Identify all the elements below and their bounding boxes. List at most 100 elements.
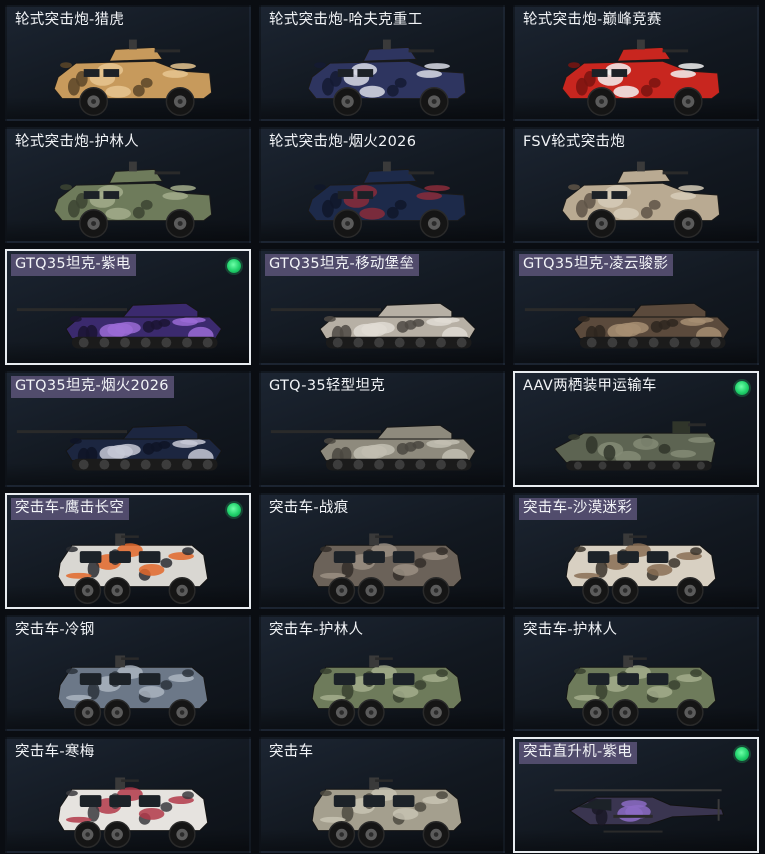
camo-patch [369, 321, 395, 334]
skin-card[interactable]: GTQ35坦克-烟火2026 [5, 371, 251, 487]
skin-name: 轮式突击炮-猎虎 [15, 12, 125, 28]
skin-card[interactable]: 突击车 [259, 737, 505, 853]
camo-patch [323, 316, 336, 322]
camo-patch [138, 563, 165, 576]
skin-card[interactable]: 轮式突击炮-护林人 [5, 127, 251, 243]
window [83, 191, 100, 199]
gun-barrel [408, 171, 435, 175]
window [587, 673, 610, 685]
skin-card[interactable]: 突击车-鹰击长空 [5, 493, 251, 609]
gun-barrel [408, 49, 435, 53]
camo-patch [314, 184, 326, 191]
vehicle-image [53, 161, 213, 239]
skin-card[interactable]: 突击车-护林人 [513, 615, 759, 731]
window [357, 191, 374, 199]
gun-barrel [375, 657, 393, 660]
skin-card[interactable]: GTQ35坦克-凌云骏影 [513, 249, 759, 365]
wheel-center [114, 588, 120, 593]
camo-patch [424, 63, 450, 70]
assault-vehicle [57, 777, 209, 849]
assault-vehicle [311, 655, 463, 727]
wheel-center [179, 832, 185, 837]
gun-barrel [121, 535, 139, 538]
road-wheel [353, 337, 364, 348]
rws-mount [636, 39, 645, 50]
skin-card[interactable]: 轮式突击炮-烟火2026 [259, 127, 505, 243]
equipped-indicator-icon [735, 747, 749, 761]
camo-patch [668, 558, 681, 568]
camo-patch [115, 321, 141, 334]
skin-card[interactable]: 轮式突击炮-猎虎 [5, 5, 251, 121]
road-wheel [202, 459, 213, 470]
road-wheel [672, 461, 681, 470]
skin-card[interactable]: FSV轮式突击炮 [513, 127, 759, 243]
window [587, 551, 610, 563]
turret [108, 46, 164, 62]
skin-card[interactable]: AAV两栖装甲运输车 [513, 371, 759, 487]
wheel-center [179, 588, 185, 593]
skin-name: 突击车-护林人 [269, 622, 364, 638]
turret [362, 46, 418, 62]
rws-mount [382, 39, 391, 50]
skin-card[interactable]: 突击车-护林人 [259, 615, 505, 731]
vehicle-image [565, 655, 717, 727]
window [337, 191, 354, 199]
skin-card[interactable]: 轮式突击炮-巅峰竞赛 [513, 5, 759, 121]
skin-name: 突击直升机-紫电 [519, 742, 638, 764]
window [646, 673, 669, 685]
window [333, 673, 356, 685]
camo-patch [160, 680, 173, 690]
vehicle-image [307, 39, 467, 117]
window [109, 673, 131, 685]
camo-patch [434, 317, 460, 323]
camo-patch [392, 685, 419, 698]
camo-patch [666, 318, 679, 327]
camo-patch [414, 680, 427, 690]
skin-card[interactable]: 突击车-战痕 [259, 493, 505, 609]
camo-patch [603, 444, 616, 461]
rws-mount [115, 533, 126, 546]
skin-name: 突击车-沙漠迷彩 [519, 498, 638, 520]
window [591, 69, 608, 77]
rws-mount [128, 161, 137, 172]
vehicle-image [311, 655, 463, 727]
skin-name: 轮式突击炮-烟火2026 [269, 134, 417, 150]
gun-barrel [375, 779, 393, 782]
window [363, 551, 385, 563]
skin-card[interactable]: GTQ35坦克-紫电 [5, 249, 251, 365]
skin-card[interactable]: GTQ35坦克-移动堡垒 [259, 249, 505, 365]
camo-patch [414, 558, 427, 568]
skin-card[interactable]: 突击直升机-紫电 [513, 737, 759, 853]
vehicle-image [561, 39, 721, 117]
camo-patch [414, 802, 427, 812]
wheel-center [339, 588, 344, 593]
camo-patch [182, 547, 194, 556]
skin-card[interactable]: 轮式突击炮-哈夫克重工 [259, 5, 505, 121]
road-wheel [161, 459, 172, 470]
vehicle-image [16, 302, 223, 349]
light-tank [270, 302, 477, 349]
camo-patch [633, 438, 659, 450]
camo-patch [416, 192, 443, 200]
road-wheel [78, 337, 89, 348]
skin-card[interactable]: GTQ-35轻型坦克 [259, 371, 505, 487]
road-wheel [140, 337, 151, 348]
wheel-center [593, 710, 598, 715]
turret [376, 424, 453, 440]
camo-patch [646, 685, 673, 698]
vehicle-image [270, 424, 477, 471]
skin-name: 突击车-战痕 [269, 500, 349, 516]
wheel-center [345, 99, 351, 105]
assault-vehicle [565, 533, 717, 605]
camo-patch [66, 790, 78, 797]
skin-card[interactable]: 突击车-沙漠迷彩 [513, 493, 759, 609]
window [337, 69, 354, 77]
skin-card[interactable]: 突击车-寒梅 [5, 737, 251, 853]
skin-card[interactable]: 突击车-冷钢 [5, 615, 251, 731]
camo-patch [138, 685, 165, 698]
wheel-center [368, 832, 374, 837]
window [363, 795, 385, 807]
skin-name: AAV两栖装甲运输车 [523, 378, 657, 394]
attack-helicopter [554, 789, 725, 833]
skin-name: GTQ35坦克-移动堡垒 [265, 254, 420, 276]
